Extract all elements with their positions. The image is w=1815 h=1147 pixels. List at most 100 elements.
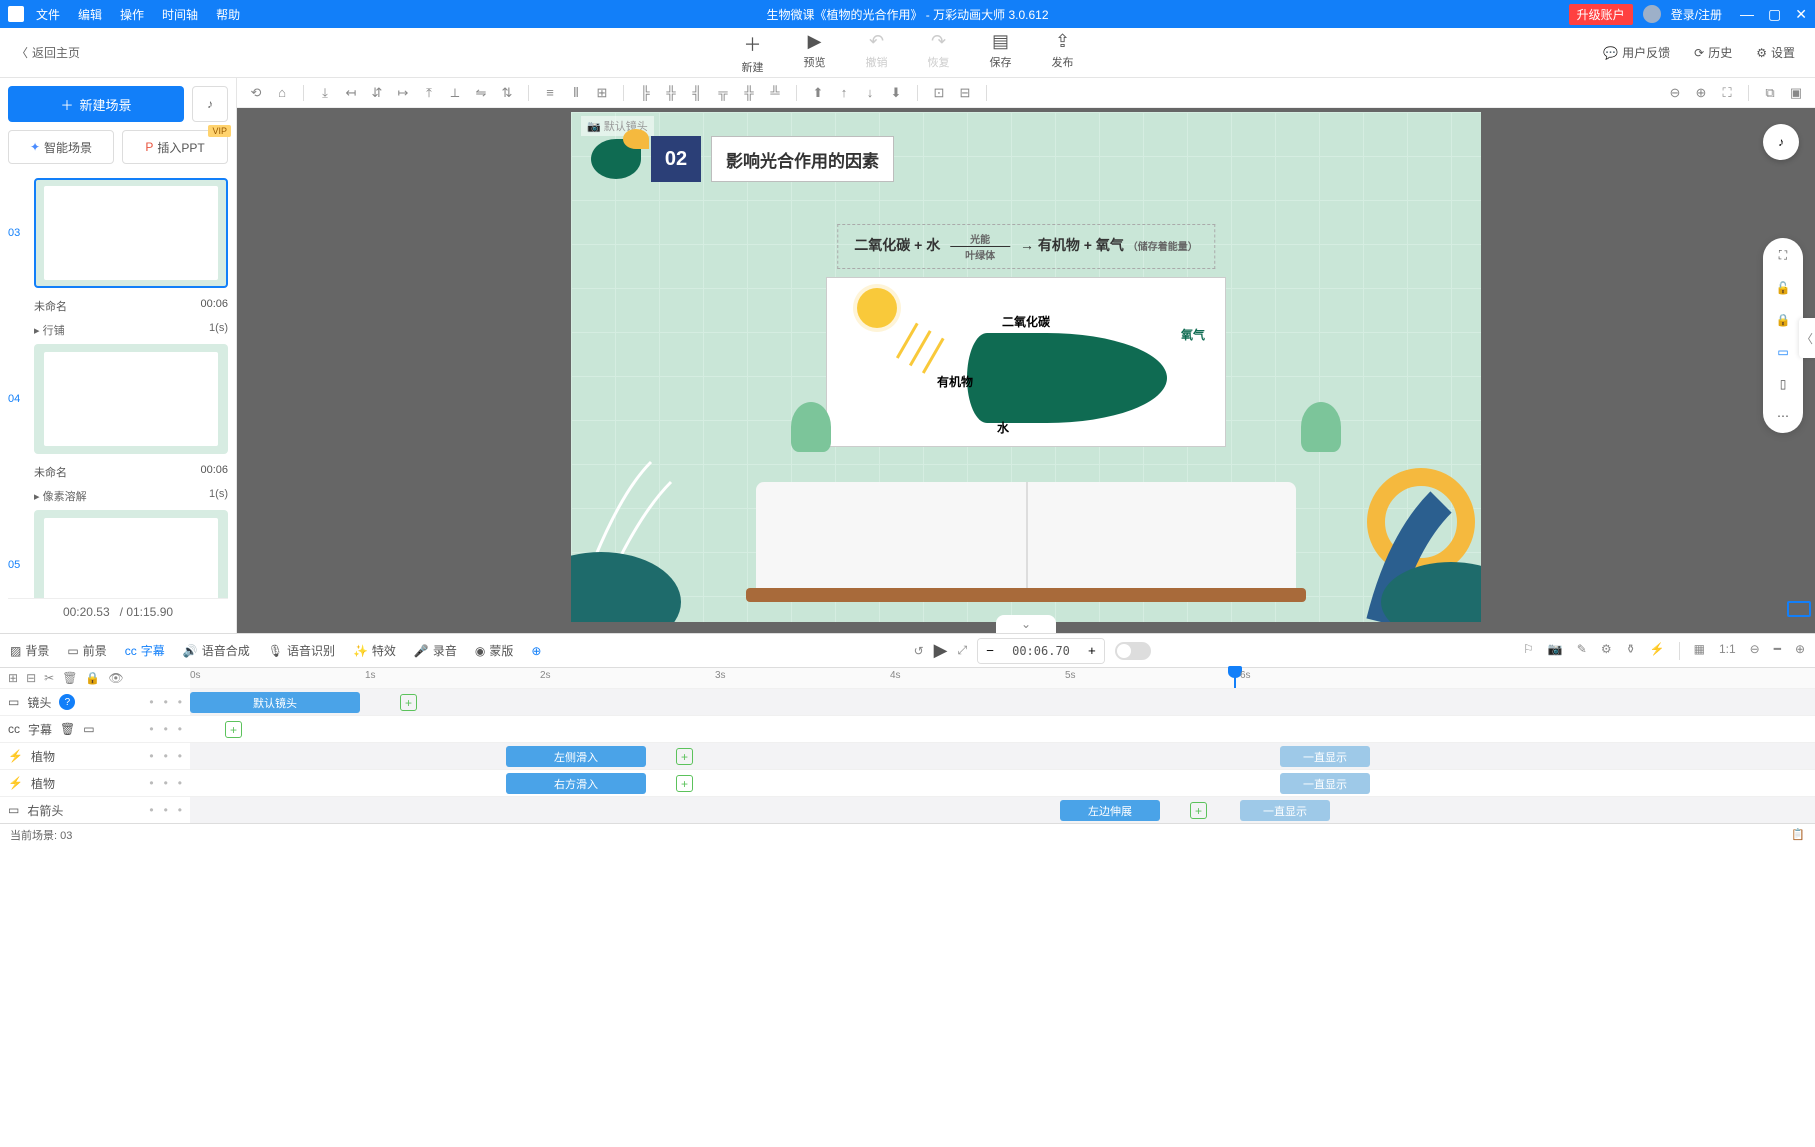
align3-icon[interactable]: ╣ [688,85,706,100]
toolbar-btn-5[interactable]: ⇪发布 [1052,31,1074,75]
toolbar-right-2[interactable]: ⚙设置 [1756,44,1795,61]
track-lane[interactable]: + [190,716,1815,742]
scene-thumb[interactable] [34,178,228,288]
music-button[interactable]: ♪ [192,86,228,122]
spacing-icon[interactable]: ⊞ [593,85,611,101]
zoom-fit-icon[interactable]: ⛶ [1718,85,1736,101]
scene-item-04[interactable]: 04 [8,344,228,454]
timeline-tab-0[interactable]: ▨背景 [10,642,49,659]
scene-item-05[interactable]: 05 [8,510,228,598]
camera-icon[interactable]: 📷 [1548,642,1563,660]
add-keyframe-icon[interactable]: + [676,775,693,792]
home-icon[interactable]: ⌂ [273,85,291,100]
visible-icon[interactable]: 👁 [108,671,123,685]
copy-icon[interactable]: ⧉ [1761,85,1779,101]
layer-down-icon[interactable]: ↓ [861,85,879,100]
filter-icon[interactable]: ⚱ [1626,642,1636,660]
track-extra-icon[interactable]: 🗑 [60,722,75,736]
music-float-button[interactable]: ♪ [1763,124,1799,160]
menu-edit[interactable]: 编辑 [78,6,102,23]
ratio-icon[interactable]: 1:1 [1719,642,1736,660]
insert-ppt-button[interactable]: P 插入PPT VIP [122,130,228,164]
edit-icon[interactable]: ✎ [1577,642,1587,660]
group-icon[interactable]: ⊡ [930,85,948,101]
menu-timeline[interactable]: 时间轴 [162,6,198,23]
add-keyframe-icon[interactable]: + [225,721,242,738]
time-minus-button[interactable]: − [978,639,1002,663]
time-ruler[interactable]: 0s1s2s3s4s5s6s [190,668,1815,688]
add-folder-icon[interactable]: ⊟ [26,671,36,685]
minimize-icon[interactable]: — [1740,6,1754,23]
login-link[interactable]: 登录/注册 [1671,6,1722,23]
toolbar-right-1[interactable]: ⟳历史 [1694,44,1732,61]
add-track-icon[interactable]: ⊞ [8,671,18,685]
track-dot3-icon[interactable]: • [178,722,182,736]
clip[interactable]: 左边伸展 [1060,800,1160,821]
track-dot3-icon[interactable]: • [178,695,182,709]
align1-icon[interactable]: ╠ [636,85,654,100]
track-lane[interactable]: 右方滑入一直显示 + [190,770,1815,796]
distribute-h-icon[interactable]: ≡ [541,85,559,100]
track-lane[interactable]: 左侧滑入一直显示 + [190,743,1815,769]
layer-front-icon[interactable]: ⬆ [809,85,827,101]
zoom-out-tl-icon[interactable]: ⊖ [1750,642,1760,660]
user-avatar-icon[interactable] [1643,5,1661,23]
align6-icon[interactable]: ╩ [766,85,784,100]
play-icon[interactable]: ▶ [934,640,948,661]
timeline-tab-7[interactable]: ◉蒙版 [475,642,514,659]
grid-icon[interactable]: ▦ [1694,642,1705,660]
more-icon[interactable]: ⋯ [1777,409,1789,423]
zoom-in-icon[interactable]: ⊕ [1692,85,1710,101]
track-dot1-icon[interactable]: • [149,695,153,709]
time-plus-button[interactable]: + [1080,639,1104,663]
scene-item-03[interactable]: 03 [8,178,228,288]
flip-h-icon[interactable]: ⇋ [472,85,490,101]
paste-icon[interactable]: ▣ [1787,85,1805,101]
upgrade-button[interactable]: 升级账户 [1569,4,1633,25]
align4-icon[interactable]: ╦ [714,85,732,100]
back-home-button[interactable]: 〈 返回主页 [0,44,96,61]
track-dot3-icon[interactable]: • [178,803,182,817]
track-dot2-icon[interactable]: • [164,803,168,817]
trash-icon[interactable]: 🗑 [62,671,77,685]
maximize-icon[interactable]: ▢ [1768,6,1781,23]
zoom-slider-icon[interactable]: ━ [1774,642,1781,660]
scene-thumb[interactable] [34,510,228,598]
toolbar-btn-1[interactable]: ▶预览 [804,31,826,75]
toolbar-btn-4[interactable]: ▤保存 [990,31,1012,75]
ungroup-icon[interactable]: ⊟ [956,85,974,101]
track-dot2-icon[interactable]: • [164,695,168,709]
mobile-icon[interactable]: ▯ [1780,377,1787,391]
layer-up-icon[interactable]: ↑ [835,85,853,100]
align5-icon[interactable]: ╬ [740,85,758,100]
transition-row[interactable]: ▸ 像素溶解1(s) [8,486,228,510]
align-center-h-icon[interactable]: ↤ [342,85,360,101]
crop-icon[interactable]: ⟲ [247,85,265,101]
menu-help[interactable]: 帮助 [216,6,240,23]
timeline-tab-4[interactable]: 🎙语音识别 [268,642,335,659]
menu-file[interactable]: 文件 [36,6,60,23]
close-icon[interactable]: ✕ [1795,6,1807,23]
timeline-tab-6[interactable]: 🎤录音 [414,642,457,659]
unlock-icon[interactable]: 🔓 [1776,281,1791,295]
align-right-icon[interactable]: ⇵ [368,85,386,101]
help-icon[interactable]: ? [59,694,75,710]
collapse-canvas-tab[interactable]: ⌄ [996,615,1056,633]
adjust-icon[interactable]: ⚙ [1601,642,1612,660]
screen-icon[interactable]: ▭ [1777,345,1788,359]
wand-icon[interactable]: ⚡ [1650,642,1665,660]
track-dot2-icon[interactable]: • [164,776,168,790]
toolbar-right-0[interactable]: 💬用户反馈 [1603,44,1670,61]
align-top-icon[interactable]: ↦ [394,85,412,101]
align2-icon[interactable]: ╬ [662,85,680,100]
transition-row[interactable]: ▸ 行铺1(s) [8,320,228,344]
track-lane[interactable]: 左边伸展一直显示 + [190,797,1815,823]
ai-scene-button[interactable]: ✦ 智能场景 [8,130,114,164]
lock-icon[interactable]: 🔒 [1776,313,1791,327]
loop-toggle[interactable] [1115,642,1151,660]
zoom-in-tl-icon[interactable]: ⊕ [1795,642,1805,660]
track-extra-icon[interactable]: ▭ [83,722,94,736]
fullscreen-icon[interactable]: ⛶ [1779,248,1787,263]
track-dot1-icon[interactable]: • [149,803,153,817]
scene-thumb[interactable] [34,344,228,454]
